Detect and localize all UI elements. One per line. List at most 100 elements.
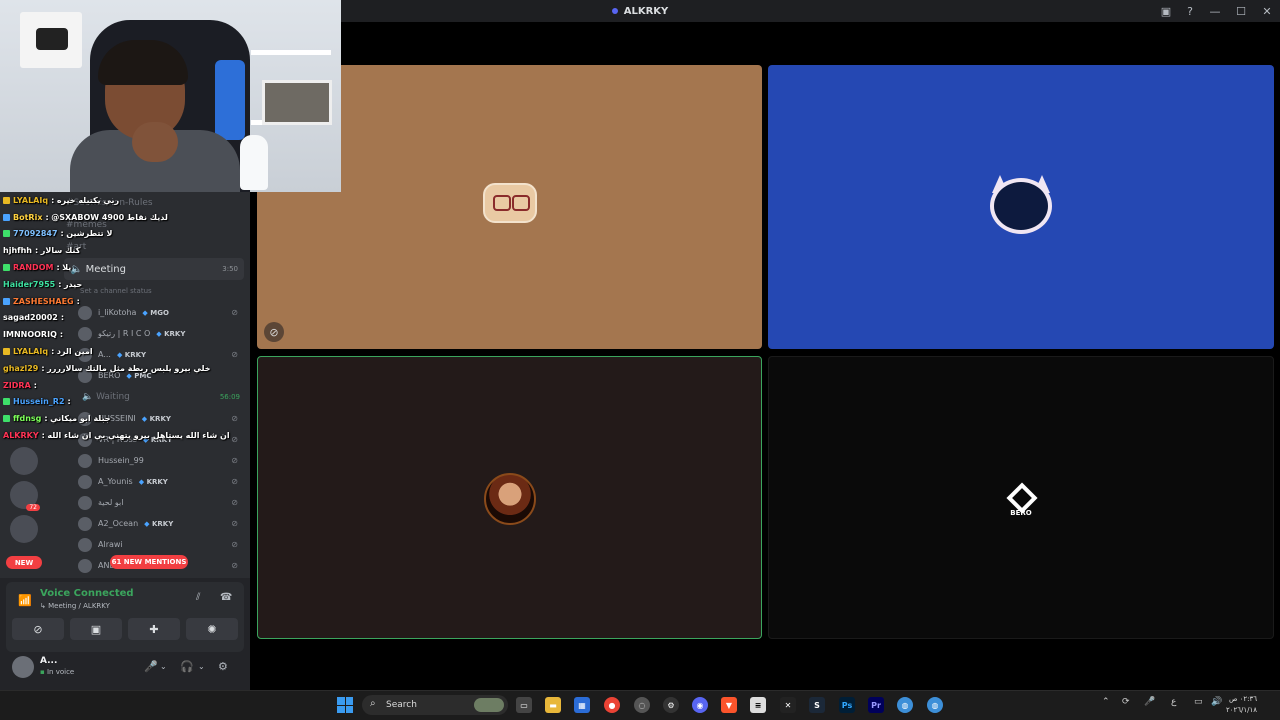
participant-tile-speaking[interactable] — [257, 356, 762, 639]
participant-tile-2[interactable] — [768, 65, 1274, 349]
chat-message: ZIDRA: — [0, 377, 250, 394]
maximize-button[interactable]: ☐ — [1228, 0, 1254, 22]
file-explorer-icon[interactable]: ▬ — [545, 697, 561, 713]
voice-member[interactable]: A2_Ocean KRKY ⊘ — [60, 513, 250, 534]
search-icon: ⌕ — [370, 698, 376, 709]
microphone-icon[interactable]: 🎤 — [144, 660, 158, 673]
voice-controls: ⊘ ▣ ✚ ✺ — [12, 618, 238, 644]
chat-user: 77092847 — [13, 229, 58, 239]
participant-tile-4[interactable]: BERO — [768, 356, 1274, 639]
chevron-up-icon[interactable]: ⌃ — [1102, 697, 1110, 707]
volume-icon[interactable]: 🔊 — [1211, 697, 1222, 707]
chat-message: 77092847: لا تتطرشين — [0, 226, 250, 243]
clock[interactable]: ٠٢:٣٦ ص ٢٠٢٦/١/١٨ — [1226, 694, 1257, 716]
new-pill[interactable]: NEW — [6, 556, 42, 569]
chat-user: RANDOM — [13, 263, 54, 273]
close-button[interactable]: ✕ — [1254, 0, 1280, 22]
chat-text: ان شاء الله يستاهل بيرو يتهني بي ان شاء … — [47, 431, 230, 441]
muted-icon: ⊘ — [231, 540, 238, 549]
photoshop-icon[interactable]: Ps — [839, 697, 855, 713]
activities-button[interactable]: ✚ — [128, 618, 180, 640]
steam-client-icon[interactable]: S — [809, 697, 825, 713]
disconnect-icon[interactable]: ☎ — [220, 592, 232, 603]
chat-text: لا تتطرشين — [66, 229, 113, 239]
chevron-down-icon[interactable]: ⌄ — [198, 662, 205, 671]
chat-user: BotRix — [13, 212, 43, 222]
capcut-icon[interactable]: ✕ — [780, 697, 796, 713]
gear-icon[interactable]: ⚙ — [218, 660, 228, 673]
soundboard-button[interactable]: ✺ — [186, 618, 238, 640]
chat-user: ZIDRA — [3, 380, 31, 390]
chat-sep: : — [56, 263, 60, 273]
windows-taskbar: ⌕ Search ▭ ▬ ▦ ● ◌ ⚙ ◉ ▼ ≡ ✕ S Ps Pr ◍ ◍ … — [0, 690, 1280, 720]
sync-icon[interactable]: ⟳ — [1122, 697, 1130, 707]
chat-user: IMNNOORIQ — [3, 330, 57, 340]
chat-user: LYALAIq — [13, 347, 49, 357]
minimize-button[interactable]: — — [1202, 0, 1228, 22]
award-plaque — [262, 80, 332, 125]
chat-sep: : — [44, 414, 48, 424]
chat-sep: : — [41, 431, 45, 441]
badge-icon — [3, 196, 10, 204]
member-name: Hussein_99 — [98, 456, 144, 465]
network-icon[interactable]: ▭ — [1194, 697, 1203, 707]
badge-icon — [3, 348, 10, 356]
noise-suppression-icon[interactable]: ⫽ — [196, 592, 200, 603]
user-status: In voice — [40, 668, 74, 676]
server-icon[interactable] — [10, 447, 38, 475]
server-icon[interactable]: 72 — [10, 481, 40, 511]
steam-icon[interactable]: ⚙ — [663, 697, 679, 713]
microphone-icon[interactable]: 🎤 — [1144, 697, 1155, 707]
premiere-icon[interactable]: Pr — [868, 697, 884, 713]
chat-sep: : — [45, 212, 49, 222]
search-highlight-icon — [474, 698, 504, 712]
headphones-icon[interactable]: 🎧 — [180, 660, 194, 673]
language-indicator[interactable]: ع — [1171, 697, 1176, 707]
muted-mic-icon: ⊘ — [264, 322, 284, 342]
app-icon[interactable]: ◍ — [927, 697, 943, 713]
chrome-icon[interactable]: ● — [604, 697, 620, 713]
server-icon[interactable] — [10, 515, 38, 543]
discord-icon[interactable]: ◉ — [692, 697, 708, 713]
new-mentions-pill[interactable]: 61 NEW MENTIONS — [110, 555, 188, 569]
window-title-text: ALKRKY — [623, 5, 669, 17]
brave-icon[interactable]: ▼ — [721, 697, 737, 713]
camera-off-button[interactable]: ⊘ — [12, 618, 64, 640]
chair-accent — [215, 60, 245, 140]
store-icon[interactable]: ▦ — [574, 697, 590, 713]
start-button[interactable] — [337, 697, 353, 713]
chat-sep: : — [60, 313, 65, 323]
muted-icon: ⊘ — [231, 561, 238, 570]
avatar[interactable] — [12, 656, 34, 678]
badge-icon — [3, 264, 10, 272]
chat-text: يلا — [62, 263, 72, 273]
plaque-logo — [36, 28, 68, 50]
webcam-overlay — [0, 0, 341, 192]
voice-member[interactable]: ابو لحية ⊘ — [60, 492, 250, 513]
inbox-icon[interactable]: ▣ — [1154, 0, 1178, 22]
voice-status[interactable]: Voice Connected — [40, 588, 134, 599]
chat-sep: : — [51, 195, 55, 205]
chevron-down-icon[interactable]: ⌄ — [160, 662, 167, 671]
avatar — [78, 537, 92, 552]
avatar — [78, 495, 92, 510]
member-tag: KRKY — [144, 520, 173, 528]
chat-message: Hussein_R2: — [0, 394, 250, 411]
search-box[interactable]: ⌕ Search — [362, 695, 508, 715]
task-view-icon[interactable]: ▭ — [516, 697, 532, 713]
voice-member[interactable]: Hussein_99 ⊘ — [60, 450, 250, 471]
app-icon[interactable]: ◍ — [897, 697, 913, 713]
username: A... — [40, 656, 58, 666]
voice-member[interactable]: Alrawi ⊘ — [60, 534, 250, 555]
app-icon[interactable]: ◌ — [634, 697, 650, 713]
signal-icon[interactable]: 📶 — [18, 594, 32, 607]
notes-icon[interactable]: ≡ — [750, 697, 766, 713]
voice-location[interactable]: Meeting / ALKRKY — [40, 602, 110, 610]
chat-message: ALKRKY: ان شاء الله يستاهل بيرو يتهني بي… — [0, 427, 250, 444]
chat-sep: : — [60, 229, 64, 239]
help-icon[interactable]: ? — [1178, 0, 1202, 22]
voice-member[interactable]: A_Younis KRKY ⊘ — [60, 471, 250, 492]
screen-share-button[interactable]: ▣ — [70, 618, 122, 640]
chat-user: Haider7955 — [3, 279, 56, 289]
member-name: A2_Ocean — [98, 519, 139, 528]
